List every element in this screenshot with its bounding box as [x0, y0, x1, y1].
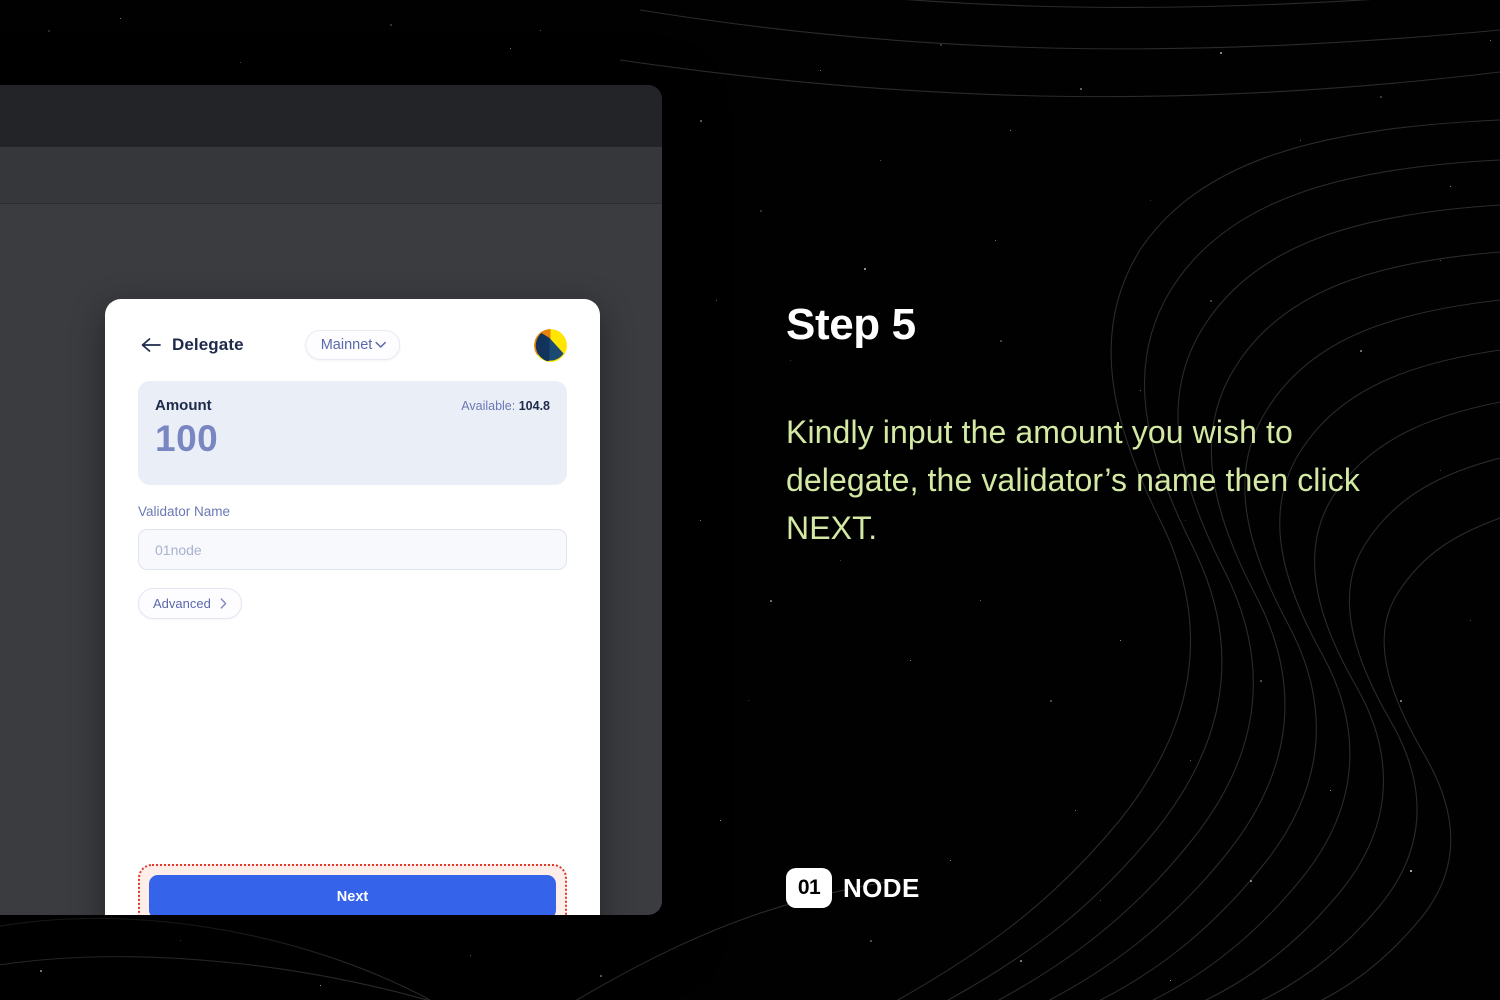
- next-button[interactable]: Next: [149, 875, 556, 915]
- amount-input-value[interactable]: 100: [155, 420, 550, 457]
- advanced-label: Advanced: [153, 596, 211, 611]
- amount-card-header: Amount Available: 104.8: [155, 397, 550, 414]
- wallet-footer: Next: [105, 864, 600, 915]
- brand-name: NODE: [843, 872, 920, 903]
- browser-window: Delegate Mainnet Amount Available: 104.8…: [0, 85, 662, 915]
- available-value: 104.8: [518, 399, 550, 413]
- back-arrow-icon[interactable]: [138, 332, 164, 358]
- network-selector[interactable]: Mainnet: [304, 330, 401, 360]
- available-prefix: Available:: [461, 399, 516, 413]
- step-title: Step 5: [786, 300, 916, 349]
- wallet-popup: Delegate Mainnet Amount Available: 104.8…: [105, 299, 600, 915]
- amount-label: Amount: [155, 397, 212, 414]
- browser-tabstrip: [0, 85, 662, 147]
- wallet-avatar-icon[interactable]: [534, 328, 567, 362]
- chevron-down-icon: [375, 341, 387, 348]
- brand-mark: 01: [786, 868, 832, 908]
- wallet-popup-body: Delegate Mainnet Amount Available: 104.8…: [105, 299, 600, 864]
- brand-logo: 01 NODE: [786, 868, 920, 908]
- chevron-right-icon: [220, 598, 227, 609]
- validator-name-input[interactable]: [138, 529, 567, 570]
- available-balance: Available: 104.8: [461, 399, 550, 413]
- step-body-text: Kindly input the amount you wish to dele…: [786, 414, 1360, 546]
- browser-toolbar: [0, 147, 662, 255]
- advanced-button[interactable]: Advanced: [138, 588, 242, 619]
- next-button-highlight: Next: [138, 864, 567, 915]
- instruction-panel: Step 5 Kindly input the amount you wish …: [786, 0, 1500, 1000]
- browser-page-area: Delegate Mainnet Amount Available: 104.8…: [0, 204, 662, 915]
- screenshot-root: (function(){ var pts=[[48,30,2],[120,18,…: [0, 0, 1500, 1000]
- network-label: Mainnet: [320, 337, 373, 353]
- wallet-header: Delegate Mainnet: [138, 321, 567, 369]
- page-title: Delegate: [172, 335, 244, 354]
- validator-name-label: Validator Name: [138, 504, 231, 519]
- amount-card: Amount Available: 104.8 100: [138, 381, 567, 485]
